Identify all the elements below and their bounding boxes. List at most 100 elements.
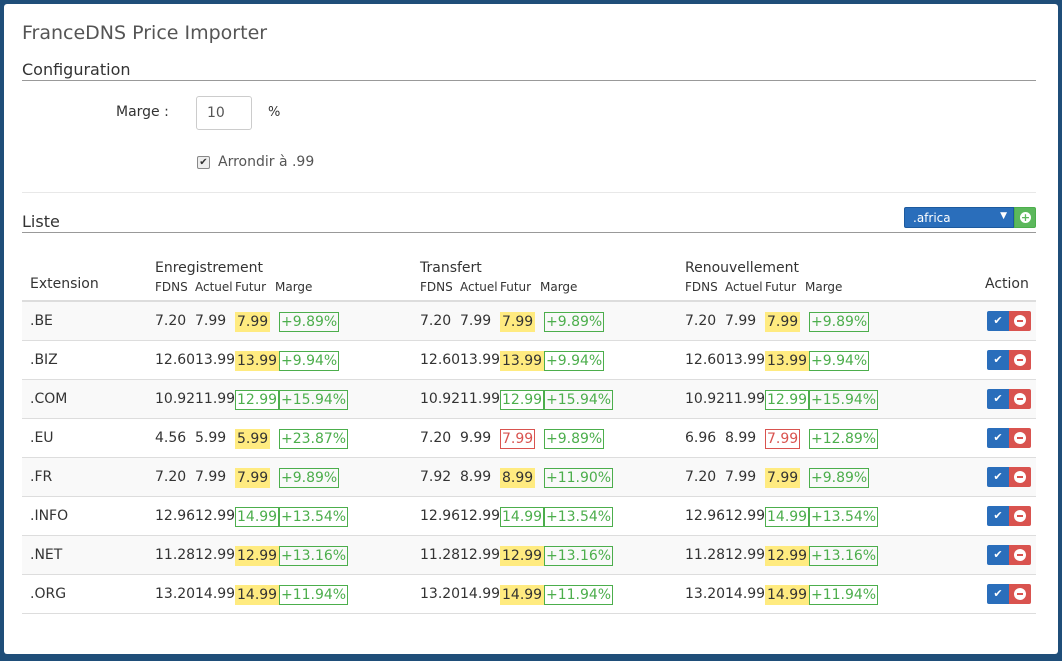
actuel-price: 13.99 xyxy=(725,352,766,368)
header-enregistrement: Enregistrement xyxy=(155,260,264,276)
table-body: .BE 7.20 7.99 7.99 +9.89% 7.20 7.99 7.99 +9.89% 7… xyxy=(22,302,1036,614)
header-action: Action xyxy=(985,276,1029,292)
marge-value: +15.94% xyxy=(809,390,879,410)
header-actuel: Actuel xyxy=(725,280,763,294)
fdns-price: 7.92 xyxy=(420,469,452,485)
actuel-price: 8.99 xyxy=(725,430,757,446)
actuel-price: 12.99 xyxy=(460,508,501,524)
marge-value: +11.94% xyxy=(279,585,349,605)
apply-button[interactable]: ✔ xyxy=(987,545,1009,565)
marge-value: +9.94% xyxy=(544,351,605,371)
futur-price: 13.99 xyxy=(235,351,280,371)
actuel-price: 14.99 xyxy=(195,586,236,602)
futur-price: 12.99 xyxy=(235,546,280,566)
apply-button[interactable]: ✔ xyxy=(987,467,1009,487)
marge-value: +13.16% xyxy=(544,546,614,566)
remove-button[interactable] xyxy=(1009,389,1031,409)
actuel-price: 12.99 xyxy=(725,547,766,563)
marge-value: +23.87% xyxy=(279,429,349,449)
round-checkbox-row[interactable]: ✔ Arrondir à .99 xyxy=(197,154,314,170)
extension-select-value: .africa xyxy=(913,211,951,225)
remove-button[interactable] xyxy=(1009,428,1031,448)
marge-value: +15.94% xyxy=(544,390,614,410)
marge-value: +9.89% xyxy=(279,312,340,332)
round-label: Arrondir à .99 xyxy=(218,154,315,170)
extension-select[interactable]: .africa ▼ xyxy=(904,207,1014,228)
apply-button[interactable]: ✔ xyxy=(987,389,1009,409)
minus-circle-icon xyxy=(1014,315,1026,327)
list-heading: Liste xyxy=(22,212,1036,233)
marge-value: +11.94% xyxy=(809,585,879,605)
marge-value: +13.54% xyxy=(544,507,614,527)
futur-price: 12.99 xyxy=(765,546,810,566)
header-marge: Marge xyxy=(805,280,843,294)
remove-button[interactable] xyxy=(1009,467,1031,487)
fdns-price: 13.20 xyxy=(420,586,461,602)
remove-button[interactable] xyxy=(1009,545,1031,565)
round-checkbox[interactable]: ✔ xyxy=(197,155,210,169)
check-icon: ✔ xyxy=(993,470,1003,483)
futur-price: 7.99 xyxy=(765,429,801,449)
extension-cell: .ORG xyxy=(30,586,67,602)
apply-button[interactable]: ✔ xyxy=(987,506,1009,526)
futur-price: 14.99 xyxy=(235,585,280,605)
fdns-price: 11.28 xyxy=(685,547,726,563)
fdns-price: 7.20 xyxy=(155,313,187,329)
marge-value: +11.94% xyxy=(544,585,614,605)
futur-price: 7.99 xyxy=(235,312,271,332)
marge-value: +11.90% xyxy=(544,468,614,488)
check-icon: ✔ xyxy=(993,509,1003,522)
fdns-price: 12.96 xyxy=(685,508,726,524)
futur-price: 12.99 xyxy=(235,390,280,410)
header-futur: Futur xyxy=(765,280,797,294)
header-marge: Marge xyxy=(275,280,313,294)
futur-price: 14.99 xyxy=(235,507,280,527)
actuel-price: 11.99 xyxy=(460,391,501,407)
remove-button[interactable] xyxy=(1009,350,1031,370)
plus-circle-icon: + xyxy=(1020,211,1031,224)
header-futur: Futur xyxy=(235,280,267,294)
table-row: .ORG 13.20 14.99 14.99 +11.94% 13.20 14.99 14.9… xyxy=(22,575,1036,614)
minus-circle-icon xyxy=(1014,393,1026,405)
futur-price: 7.99 xyxy=(235,468,271,488)
apply-button[interactable]: ✔ xyxy=(987,428,1009,448)
actuel-price: 8.99 xyxy=(460,469,492,485)
marge-value: +9.89% xyxy=(809,468,870,488)
futur-price: 14.99 xyxy=(765,585,810,605)
marge-value: +13.54% xyxy=(809,507,879,527)
table-row: .INFO 12.96 12.99 14.99 +13.54% 12.96 12.99 14.… xyxy=(22,497,1036,536)
header-actuel: Actuel xyxy=(195,280,233,294)
extension-cell: .EU xyxy=(30,430,54,446)
apply-button[interactable]: ✔ xyxy=(987,584,1009,604)
remove-button[interactable] xyxy=(1009,584,1031,604)
futur-price: 14.99 xyxy=(500,585,545,605)
apply-button[interactable]: ✔ xyxy=(987,350,1009,370)
actuel-price: 12.99 xyxy=(195,508,236,524)
actuel-price: 7.99 xyxy=(725,469,757,485)
fdns-price: 11.28 xyxy=(155,547,196,563)
marge-value: +9.94% xyxy=(809,351,870,371)
fdns-price: 6.96 xyxy=(685,430,717,446)
percent-label: % xyxy=(268,105,281,120)
table-row: .FR 7.20 7.99 7.99 +9.89% 7.92 8.99 8.99 +11.90%… xyxy=(22,458,1036,497)
minus-circle-icon xyxy=(1014,588,1026,600)
marge-value: +9.89% xyxy=(544,312,605,332)
extension-cell: .BE xyxy=(30,313,53,329)
add-extension-button[interactable]: + xyxy=(1014,207,1036,228)
apply-button[interactable]: ✔ xyxy=(987,311,1009,331)
extension-cell: .FR xyxy=(30,469,53,485)
futur-price: 13.99 xyxy=(765,351,810,371)
header-fdns: FDNS xyxy=(685,280,718,294)
remove-button[interactable] xyxy=(1009,311,1031,331)
main-panel: FranceDNS Price Importer Configuration M… xyxy=(4,4,1058,654)
fdns-price: 12.60 xyxy=(685,352,726,368)
marge-value: +9.94% xyxy=(279,351,340,371)
remove-button[interactable] xyxy=(1009,506,1031,526)
actuel-price: 14.99 xyxy=(725,586,766,602)
actuel-price: 14.99 xyxy=(460,586,501,602)
futur-price: 5.99 xyxy=(235,429,271,449)
marge-input[interactable] xyxy=(196,96,252,130)
futur-price: 7.99 xyxy=(500,312,536,332)
table-row: .NET 11.28 12.99 12.99 +13.16% 11.28 12.99 12.9… xyxy=(22,536,1036,575)
fdns-price: 4.56 xyxy=(155,430,187,446)
